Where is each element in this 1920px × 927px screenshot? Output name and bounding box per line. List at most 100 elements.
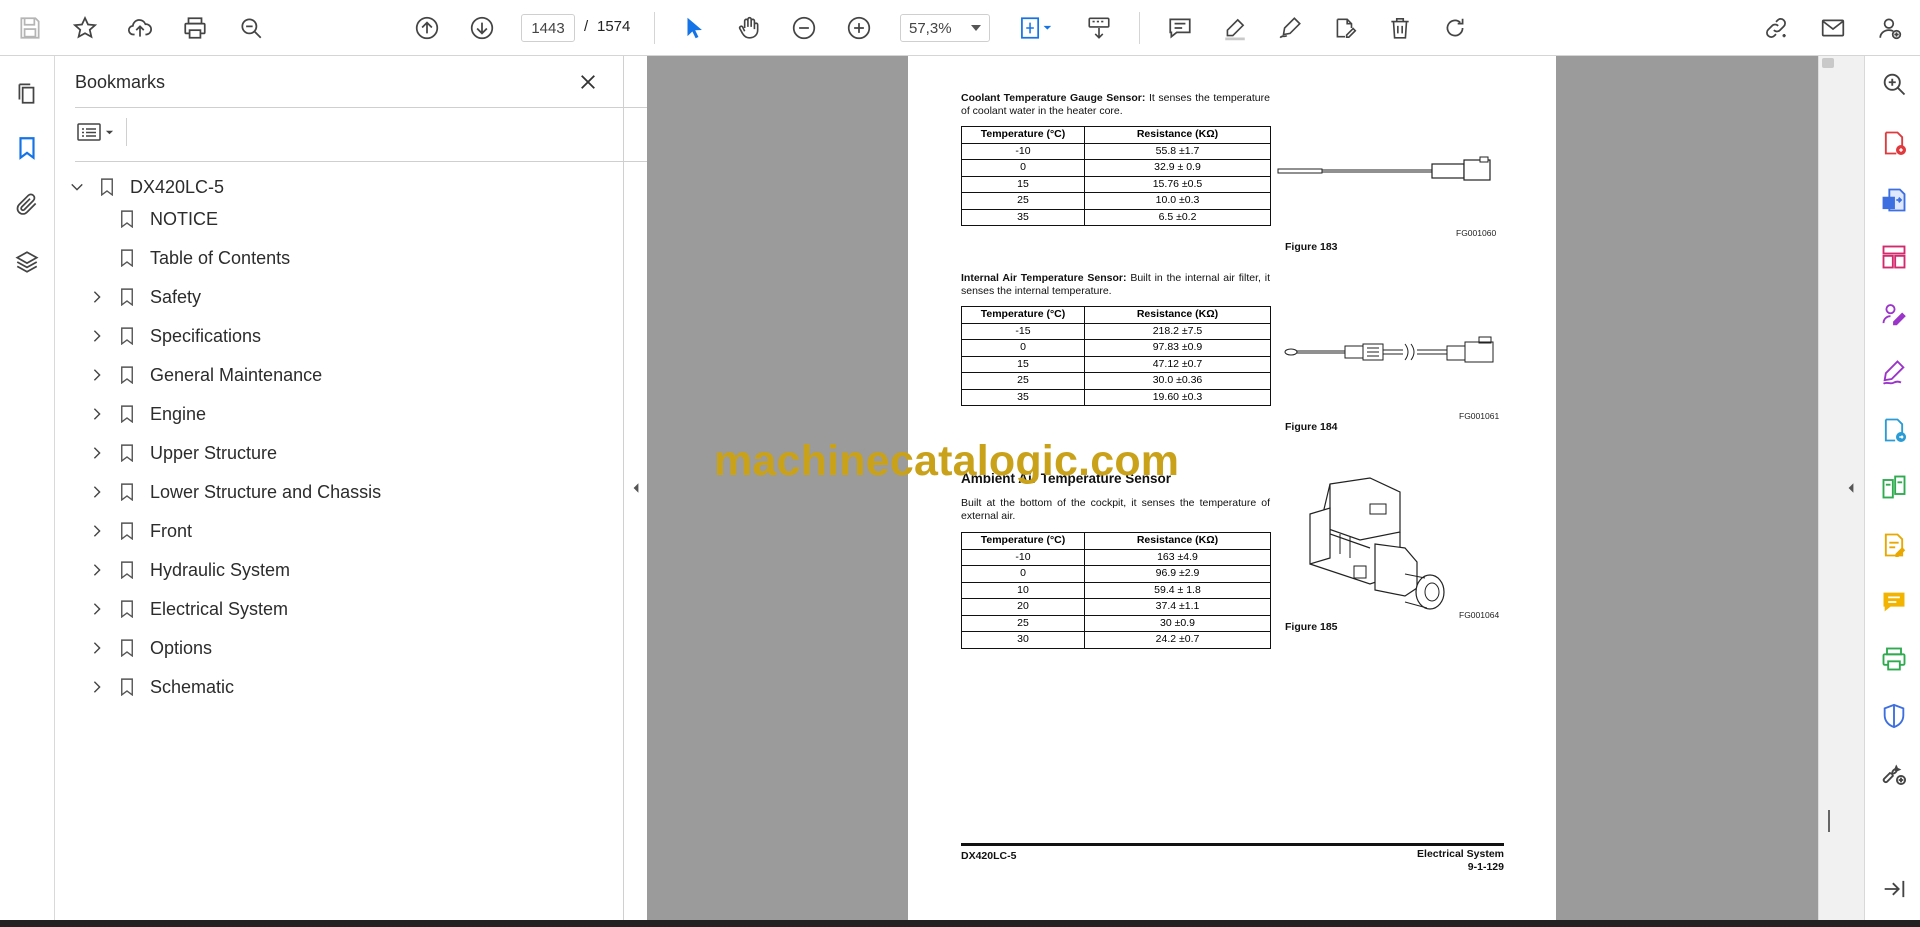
bookmark-item[interactable]: Upper Structure [86,438,277,468]
create-pdf-icon[interactable] [1877,126,1911,160]
table-header: Temperature (°C) [961,532,1085,550]
temperature-cell: 25 [961,372,1085,390]
upload-cloud-icon[interactable] [122,10,158,46]
fit-page-icon[interactable] [1012,10,1060,46]
organize-pages-icon[interactable] [1877,240,1911,274]
edit-text-icon[interactable] [1327,10,1363,46]
fill-sign-icon[interactable] [1877,355,1911,389]
account-user-icon[interactable] [1872,10,1908,46]
zoom-out-icon[interactable] [786,10,822,46]
chevron-right-icon[interactable] [86,676,108,698]
bookmark-icon [118,286,136,308]
bookmarks-panel-icon[interactable] [10,131,44,165]
temperature-cell: 20 [961,598,1085,616]
bookmark-icon [118,559,136,581]
collapse-tools-pane-icon[interactable] [1877,872,1911,906]
resistance-cell: 30.0 ±0.36 [1084,372,1271,390]
search-zoom-icon[interactable] [1877,67,1911,101]
rotate-icon[interactable] [1437,10,1473,46]
chevron-right-icon[interactable] [86,325,108,347]
bookmark-item[interactable]: Lower Structure and Chassis [86,477,381,507]
bookmark-item[interactable]: Hydraulic System [86,555,290,585]
bookmark-item[interactable]: Engine [86,399,206,429]
bookmark-star-icon[interactable] [67,10,103,46]
chevron-right-icon[interactable] [86,559,108,581]
zoom-level-select[interactable]: 57,3% [900,14,990,42]
chevron-down-icon[interactable] [66,176,88,198]
select-cursor-icon[interactable] [676,10,712,46]
table-row: 0 96.9 ±2.9 [961,565,1271,583]
resize-handle[interactable] [1828,810,1830,832]
draw-pen-icon[interactable] [1272,10,1308,46]
page-thumbnails-icon[interactable] [10,76,44,110]
next-page-icon[interactable] [464,10,500,46]
resistance-cell: 24.2 ±0.7 [1084,631,1271,649]
compare-files-icon[interactable] [1877,470,1911,504]
chevron-down-icon [971,25,981,31]
vertical-scrollbar[interactable] [1818,56,1836,920]
bookmark-item[interactable]: Schematic [86,672,234,702]
bookmark-item[interactable]: Electrical System [86,594,288,624]
bookmark-label: Schematic [150,676,235,697]
bookmark-label: Engine [150,403,207,424]
bookmark-item[interactable]: Front [86,516,192,546]
share-link-icon[interactable] [1758,10,1794,46]
bookmark-root[interactable]: DX420LC-5 [66,172,224,202]
bookmark-item[interactable]: Table of Contents [86,243,290,273]
ambient-sensor-figure [1309,477,1445,610]
send-for-review-icon[interactable] [1877,413,1911,447]
scrollbar-thumb[interactable] [1822,58,1834,68]
email-envelope-icon[interactable] [1815,10,1851,46]
comment-tool-icon[interactable] [1877,585,1911,619]
export-pdf-icon[interactable] [1877,183,1911,217]
table-row: 25 30.0 ±0.36 [961,372,1271,390]
close-icon[interactable] [574,68,602,96]
delete-trash-icon[interactable] [1382,10,1418,46]
bookmark-item[interactable]: Options [86,633,212,663]
bookmark-item[interactable]: NOTICE [86,204,218,234]
collapse-left-panel-icon[interactable] [630,478,642,498]
highlight-pen-icon[interactable] [1217,10,1253,46]
previous-page-icon[interactable] [409,10,445,46]
scroll-mode-icon[interactable] [1081,10,1117,46]
chevron-right-icon[interactable] [86,481,108,503]
hand-tool-icon[interactable] [731,10,767,46]
protect-shield-icon[interactable] [1877,699,1911,733]
more-tools-icon[interactable] [1877,756,1911,790]
chevron-right-icon[interactable] [86,520,108,542]
chevron-right-icon[interactable] [86,598,108,620]
coolant-sensor-description: Coolant Temperature Gauge Sensor: It sen… [961,92,1270,117]
table-row: 25 10.0 ±0.3 [961,192,1271,210]
chevron-right-icon[interactable] [86,286,108,308]
bookmark-options-button[interactable] [75,117,125,147]
bookmark-icon [118,403,136,425]
bookmark-item[interactable]: Specifications [86,321,261,351]
comment-icon[interactable] [1162,10,1198,46]
watermark-text: machinecatalogic.com [714,437,1180,485]
page-total: 1574 [597,18,631,35]
print-production-icon[interactable] [1877,642,1911,676]
request-signature-icon[interactable] [1877,298,1911,332]
chevron-right-icon[interactable] [86,403,108,425]
document-viewport[interactable]: Coolant Temperature Gauge Sensor: It sen… [647,56,1818,920]
collapse-right-panel-icon[interactable] [1845,478,1857,498]
layers-icon[interactable] [10,245,44,279]
edit-pdf-icon[interactable] [1877,528,1911,562]
save-icon[interactable] [12,10,48,46]
table-row: 20 37.4 ±1.1 [961,598,1271,616]
chevron-right-icon[interactable] [86,637,108,659]
zoom-search-icon[interactable] [233,10,269,46]
figure-caption: Figure 184 [1285,421,1338,433]
print-icon[interactable] [177,10,213,46]
chevron-right-icon[interactable] [86,442,108,464]
panel-divider [75,107,665,108]
page-number-input[interactable] [521,14,575,42]
figure-code: FG001061 [1459,411,1500,421]
bookmark-item[interactable]: Safety [86,282,201,312]
toolbar-divider [654,12,655,44]
zoom-in-icon[interactable] [841,10,877,46]
bookmark-item[interactable]: General Maintenance [86,360,322,390]
attachments-paperclip-icon[interactable] [10,187,44,221]
chevron-right-icon[interactable] [86,364,108,386]
zoom-level-value: 57,3% [909,19,952,37]
